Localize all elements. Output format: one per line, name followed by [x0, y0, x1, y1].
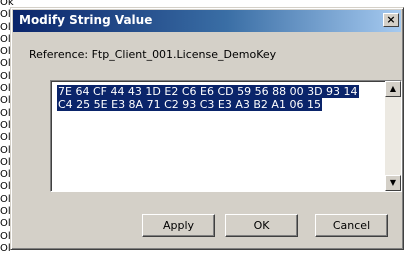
vertical-scrollbar[interactable]: ▲ ▼: [385, 81, 401, 191]
arrow-up-icon: ▲: [389, 84, 397, 93]
value-line: C4 25 5E E3 8A 71 C2 93 C3 E3 A3 B2 A1 0…: [57, 98, 322, 111]
cancel-button[interactable]: Cancel: [315, 214, 388, 237]
dialog-titlebar[interactable]: Modify String Value ×: [13, 10, 401, 32]
close-button[interactable]: ×: [383, 13, 399, 27]
reference-label: Reference: Ftp_Client_001.License_DemoKe…: [29, 48, 277, 61]
arrow-down-icon: ▼: [389, 178, 397, 187]
value-textarea[interactable]: 7E 64 CF 44 43 1D E2 C6 E6 CD 59 56 88 0…: [50, 80, 402, 192]
modify-string-dialog: Modify String Value × Reference: Ftp_Cli…: [10, 7, 404, 250]
scroll-down-button[interactable]: ▼: [385, 175, 401, 191]
ok-button[interactable]: OK: [225, 214, 298, 237]
value-text[interactable]: 7E 64 CF 44 43 1D E2 C6 E6 CD 59 56 88 0…: [57, 85, 377, 111]
apply-button[interactable]: Apply: [142, 214, 215, 237]
scroll-up-button[interactable]: ▲: [385, 81, 401, 97]
close-icon: ×: [386, 13, 396, 26]
value-line: 7E 64 CF 44 43 1D E2 C6 E6 CD 59 56 88 0…: [57, 85, 359, 98]
dialog-title: Modify String Value: [19, 13, 153, 27]
